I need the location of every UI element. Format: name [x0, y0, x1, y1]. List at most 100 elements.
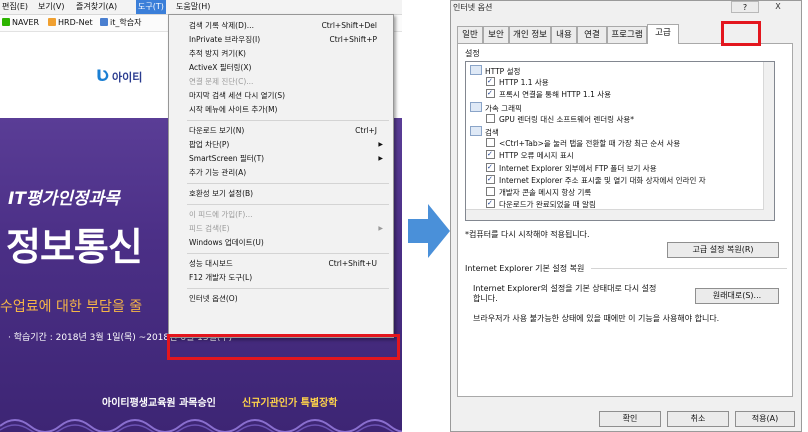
tools-menu-item[interactable]: 호환성 보기 설정(B) [189, 187, 385, 201]
tools-menu-item-label: F12 개발자 도구(L) [189, 273, 253, 282]
tools-menu-item-label: 팝업 차단(P) [189, 140, 230, 149]
restore-advanced-button[interactable]: 고급 설정 복원(R) [667, 242, 779, 258]
settings-row-label: HTTP 오류 메시지 표시 [499, 151, 574, 161]
tools-menu-item-label: 이 피드에 가입(F)... [189, 210, 253, 219]
help-button[interactable]: ? [731, 1, 759, 13]
apply-button[interactable]: 적용(A) [735, 411, 795, 427]
tools-menu-item-label: 검색 기록 삭제(D)... [189, 21, 254, 30]
checkbox[interactable] [486, 187, 495, 196]
tools-menu-item[interactable]: F12 개발자 도구(L) [189, 271, 385, 285]
banner-footer-right: 신규기관인가 특별장학 [242, 398, 338, 409]
tools-menu-item[interactable]: 시작 메뉴에 사이트 추가(M) [189, 103, 385, 117]
favorite-naver[interactable]: NAVER [2, 16, 39, 30]
close-button[interactable]: X [763, 1, 793, 13]
tools-menu-item[interactable]: 다운로드 보기(N) Ctrl+J [189, 124, 385, 138]
checkbox[interactable] [486, 75, 495, 87]
settings-tree: 다운로드가 완료되었을 때 알림 개발자 콘솔 메시지 항상 기록 Internet… [465, 61, 775, 221]
settings-checkbox-row[interactable]: HTTP 오류 메시지 표시 [486, 148, 574, 162]
checkbox[interactable] [486, 87, 495, 99]
tab-privacy[interactable]: 개인 정보 [509, 26, 551, 43]
tools-menu-item[interactable]: 마지막 검색 세션 다시 열기(S) [189, 89, 385, 103]
favorite-it[interactable]: it_학습자 [100, 16, 141, 30]
settings-checkbox-row[interactable]: HTTP 1.1 사용 [486, 75, 549, 89]
menu-view[interactable]: 보기(V) [38, 0, 64, 14]
tools-menu-item-label: 마지막 검색 세션 다시 열기(S) [189, 91, 286, 100]
tab-advanced[interactable]: 고급 [647, 24, 679, 44]
tools-menu-item-label: 호환성 보기 설정(B) [189, 189, 254, 198]
checkbox[interactable] [486, 161, 495, 173]
menu-favorites[interactable]: 즐겨찾기(A) [76, 0, 117, 14]
horizontal-scrollbar[interactable] [466, 209, 764, 220]
settings-row-label: 가속 그래픽 [485, 103, 522, 113]
site-logo[interactable]: Ʋ 아이티 [96, 66, 142, 85]
tools-menu-item[interactable]: 이 피드에 가입(F)... [189, 208, 385, 222]
tools-menu-item[interactable]: ActiveX 필터링(X) [189, 61, 385, 75]
reset-button[interactable]: 원래대로(S)... [695, 288, 779, 304]
tab-programs[interactable]: 프로그램 [607, 26, 647, 43]
tools-menu-item-label: 다운로드 보기(N) [189, 126, 245, 135]
settings-row-label: GPU 렌더링 대신 소프트웨어 렌더링 사용* [499, 114, 634, 124]
settings-checkbox-row[interactable]: Internet Explorer 외부에서 FTP 폴더 보기 사용 [486, 161, 657, 175]
checkbox[interactable] [486, 148, 495, 160]
banner-tagline: 수업료에 대한 부담을 줄 [0, 299, 143, 315]
submenu-arrow-icon: ▶ [378, 225, 383, 232]
tools-menu-item-label: Windows 업데이트(U) [189, 238, 264, 247]
favorite-hrdnet-label: HRD-Net [58, 18, 93, 27]
tab-general[interactable]: 일반 [457, 26, 483, 43]
tools-menu-item[interactable]: 검색 기록 삭제(D)... Ctrl+Shift+Del [189, 19, 385, 33]
banner-footer-left: 아이티평생교육원 과목승인 [102, 398, 216, 409]
arrow-right-icon [408, 204, 450, 258]
tools-menu-item[interactable]: 인터넷 옵션(O) [189, 292, 385, 306]
settings-checkbox-row[interactable]: <Ctrl+Tab>을 눌러 탭을 전환할 때 가장 최근 순서 사용 [486, 138, 680, 150]
menu-separator [187, 204, 389, 205]
settings-checkbox-row[interactable]: Internet Explorer 주소 표시줄 및 열기 대화 상자에서 인라… [486, 173, 706, 187]
tab-security[interactable]: 보안 [483, 26, 509, 43]
internet-options-dialog: 인터넷 옵션 ? X 일반 보안 개인 정보 내용 연결 프로그램 고급 설정 … [450, 0, 802, 432]
menu-edit[interactable]: 편집(E) [2, 0, 28, 14]
menu-separator [187, 288, 389, 289]
ok-button[interactable]: 확인 [599, 411, 661, 427]
tools-menu-item[interactable]: Windows 업데이트(U) [189, 236, 385, 250]
settings-row-label: 프록시 연결을 통해 HTTP 1.1 사용 [499, 90, 612, 100]
checkbox[interactable] [486, 197, 495, 209]
checkbox[interactable] [486, 138, 495, 148]
reset-divider [591, 268, 787, 269]
logo-u-icon: Ʋ [96, 66, 110, 85]
reset-heading: Internet Explorer 기본 설정 복원 [465, 264, 585, 273]
settings-row-label: 검색 [485, 128, 499, 137]
naver-icon [2, 18, 10, 26]
tools-menu-item-label: 성능 대시보드 [189, 259, 233, 268]
tools-menu-item[interactable]: 피드 검색(E) ▶ [189, 222, 385, 236]
tools-menu-item[interactable]: 추가 기능 관리(A) [189, 166, 385, 180]
settings-checkbox-row[interactable]: 개발자 콘솔 메시지 항상 기록 [486, 187, 591, 199]
vertical-scrollbar[interactable] [763, 62, 774, 220]
menu-shortcut: Ctrl+Shift+Del [321, 21, 377, 30]
menu-shortcut: Ctrl+Shift+P [329, 35, 377, 44]
tools-menu-item-label: 추적 방지 켜기(K) [189, 49, 246, 58]
tools-menu-item[interactable]: SmartScreen 필터(T) ▶ [189, 152, 385, 166]
menu-tools[interactable]: 도구(T) [136, 0, 166, 14]
tools-menu-item[interactable]: 연결 문제 진단(C)... [189, 75, 385, 89]
checkbox[interactable] [486, 173, 495, 185]
folder-icon [470, 101, 482, 112]
reset-description: Internet Explorer의 설정을 기본 상태대로 다시 설정 [473, 284, 657, 293]
tools-menu-item-label: SmartScreen 필터(T) [189, 154, 265, 163]
menu-separator [187, 120, 389, 121]
checkbox[interactable] [486, 113, 495, 123]
favorite-hrdnet[interactable]: HRD-Net [48, 16, 93, 30]
cancel-button[interactable]: 취소 [667, 411, 729, 427]
menu-separator [187, 183, 389, 184]
menu-shortcut: Ctrl+Shift+U [328, 259, 377, 268]
tools-menu-item[interactable]: 팝업 차단(P) ▶ [189, 138, 385, 152]
tab-content[interactable]: 내용 [551, 26, 577, 43]
tools-menu-item[interactable]: 추적 방지 켜기(K) [189, 47, 385, 61]
tab-connections[interactable]: 연결 [577, 26, 607, 43]
tools-menu-item[interactable]: InPrivate 브라우징(I) Ctrl+Shift+P [189, 33, 385, 47]
settings-row-label: HTTP 설정 [485, 67, 521, 76]
wave-decoration [0, 419, 402, 432]
menu-help[interactable]: 도움말(H) [176, 0, 210, 14]
settings-checkbox-row[interactable]: GPU 렌더링 대신 소프트웨어 렌더링 사용* [486, 113, 634, 126]
tools-menu-item[interactable]: 성능 대시보드 Ctrl+Shift+U [189, 257, 385, 271]
settings-checkbox-row[interactable]: 프록시 연결을 통해 HTTP 1.1 사용 [486, 87, 612, 101]
tools-menu-item-label: InPrivate 브라우징(I) [189, 35, 261, 44]
